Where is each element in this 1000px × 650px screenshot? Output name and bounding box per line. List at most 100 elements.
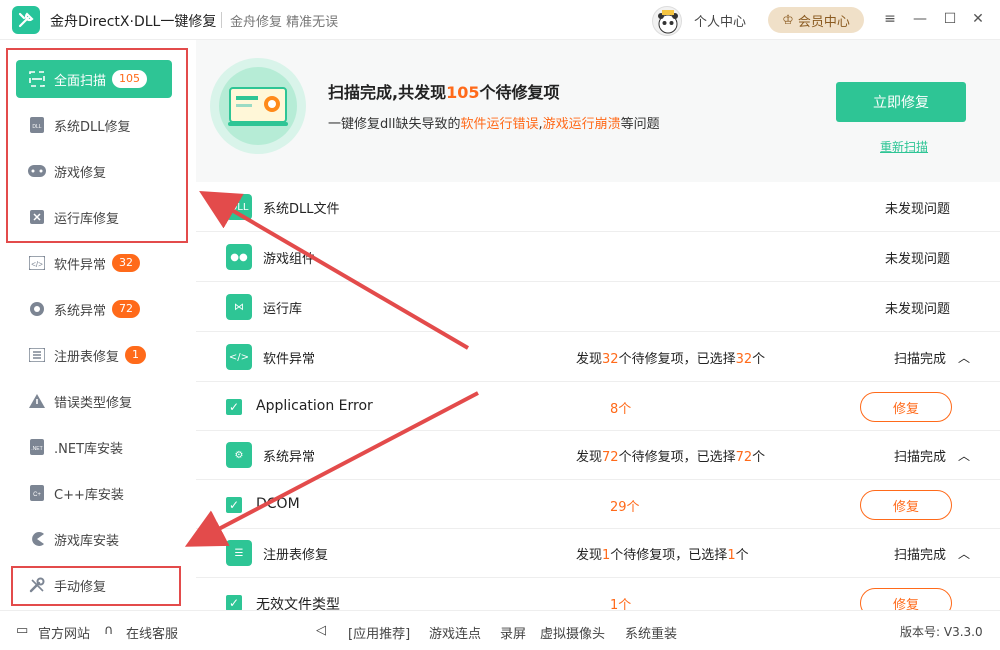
count-badge: 32 [112, 254, 141, 272]
fix-now-button[interactable]: 立即修复 [836, 82, 966, 122]
sidebar-item-net-install[interactable]: .NET .NET库安装 [16, 428, 172, 466]
footer-bar: ▭ 官方网站 ∩ 在线客服 ◁ [应用推荐] 游戏连点 录屏 虚拟摄像头 系统重… [0, 610, 1000, 650]
list-icon [28, 346, 46, 364]
megaphone-icon: ◁ [316, 623, 326, 638]
net-icon: .NET [28, 438, 46, 456]
row-label: 游戏组件 [263, 251, 316, 267]
group-found-text: 发现32个待修复项，已选择32个 [576, 351, 766, 367]
code-icon: </> [28, 254, 46, 272]
group-label: 注册表修复 [263, 547, 329, 563]
row-label: 运行库 [263, 301, 303, 317]
sidebar-item-label: C++库安装 [54, 487, 124, 503]
crown-icon: ♔ [782, 12, 794, 28]
result-item-invalid-file-type: ✓ 无效文件类型 1个 修复 [196, 578, 1000, 610]
sidebar-item-label: 注册表修复 [54, 349, 120, 365]
row-status: 未发现问题 [884, 301, 950, 317]
sidebar-item-system-error[interactable]: 系统异常 72 [16, 290, 172, 328]
item-count: 1个 [610, 598, 632, 610]
menu-icon[interactable]: ≡ [882, 11, 898, 27]
gamepad-icon: ●● [226, 244, 252, 270]
footer-link-virtual-camera[interactable]: 虚拟摄像头 [540, 623, 605, 642]
group-label: 软件异常 [263, 351, 316, 367]
minimize-icon[interactable]: — [912, 11, 928, 27]
sidebar-item-cpp-install[interactable]: C+ C++库安装 [16, 474, 172, 512]
chevron-up-icon[interactable]: ︿ [958, 447, 970, 464]
dll-icon: DLL [226, 194, 252, 220]
result-row-system-dll: DLL 系统DLL文件 未发现问题 [196, 183, 1000, 232]
svg-text:.NET: .NET [31, 446, 42, 452]
item-label: 无效文件类型 [256, 597, 340, 610]
count-badge: 72 [112, 300, 141, 318]
chevron-up-icon[interactable]: ︿ [958, 545, 970, 562]
app-recommend-label: [应用推荐] [348, 627, 411, 642]
title-bar: 金舟DirectX·DLL一键修复 金舟修复 精准无误 个人中心 ♔ 会员中心 … [0, 0, 1000, 40]
user-center-link[interactable]: 个人中心 [694, 11, 746, 30]
checkbox[interactable]: ✓ [226, 497, 242, 513]
official-site-link[interactable]: 官方网站 [38, 623, 90, 642]
group-label: 系统异常 [263, 449, 316, 465]
rescan-link[interactable]: 重新扫描 [880, 138, 928, 155]
vip-label: 会员中心 [797, 14, 850, 30]
svg-text:C+: C+ [33, 492, 41, 498]
result-group-software-error[interactable]: </> 软件异常 发现32个待修复项，已选择32个 扫描完成 ︿ [196, 333, 1000, 382]
count-badge: 1 [125, 346, 147, 364]
row-status: 未发现问题 [884, 251, 950, 267]
annotation-box-top [6, 48, 188, 243]
scan-summary: 扫描完成,共发现105个待修复项 一键修复dll缺失导致的软件运行错误,游戏运行… [196, 40, 1000, 182]
group-status: 扫描完成 [894, 547, 947, 563]
vip-center-button[interactable]: ♔ 会员中心 [768, 7, 864, 33]
sidebar-item-software-error[interactable]: </> 软件异常 32 [16, 244, 172, 282]
avatar[interactable] [652, 6, 682, 36]
sidebar-item-label: .NET库安装 [54, 441, 124, 457]
monitor-icon: ▭ [16, 623, 29, 638]
gear-icon [28, 300, 46, 318]
result-item-application-error: ✓ Application Error 8个 修复 [196, 382, 1000, 431]
group-found-text: 发现1个待修复项，已选择1个 [576, 547, 749, 563]
result-group-registry[interactable]: ☰ 注册表修复 发现1个待修复项，已选择1个 扫描完成 ︿ [196, 529, 1000, 578]
title-divider [221, 12, 222, 28]
result-group-system-error[interactable]: ⚙ 系统异常 发现72个待修复项，已选择72个 扫描完成 ︿ [196, 431, 1000, 480]
sidebar-item-error-type[interactable]: 错误类型修复 [16, 382, 172, 420]
gear-icon: ⚙ [226, 442, 252, 468]
footer-link-auto-clicker[interactable]: 游戏连点 [429, 623, 481, 642]
group-found-text: 发现72个待修复项，已选择72个 [576, 449, 766, 465]
online-service-link[interactable]: 在线客服 [126, 623, 178, 642]
repair-button[interactable]: 修复 [860, 588, 952, 610]
checkbox[interactable]: ✓ [226, 595, 242, 610]
checkbox[interactable]: ✓ [226, 399, 242, 415]
sidebar-item-label: 错误类型修复 [54, 395, 133, 411]
group-status: 扫描完成 [894, 449, 947, 465]
cpp-icon: C+ [28, 484, 46, 502]
pacman-icon [28, 530, 46, 548]
item-label: Application Error [256, 398, 373, 414]
version-label: 版本号: V3.3.0 [900, 625, 983, 639]
result-row-game-component: ●● 游戏组件 未发现问题 [196, 233, 1000, 282]
runtime-icon: ⋈ [226, 294, 252, 320]
scan-summary-subtitle: 一键修复dll缺失导致的软件运行错误,游戏运行崩溃等问题 [328, 117, 660, 132]
headset-icon: ∩ [104, 623, 114, 638]
repair-button[interactable]: 修复 [860, 392, 952, 422]
footer-link-system-reinstall[interactable]: 系统重装 [625, 623, 677, 642]
repair-button[interactable]: 修复 [860, 490, 952, 520]
sidebar-item-registry-repair[interactable]: 注册表修复 1 [16, 336, 172, 374]
app-title: 金舟DirectX·DLL一键修复 [50, 14, 217, 30]
sidebar-item-game-library[interactable]: 游戏库安装 [16, 520, 172, 558]
footer-link-screen-record[interactable]: 录屏 [500, 623, 526, 642]
annotation-box-bottom [11, 566, 181, 606]
close-icon[interactable]: ✕ [970, 11, 986, 27]
chevron-up-icon[interactable]: ︿ [958, 349, 970, 366]
warning-icon [28, 392, 46, 410]
svg-text:</>: </> [31, 260, 43, 269]
row-label: 系统DLL文件 [263, 201, 340, 217]
app-logo-icon [12, 6, 40, 34]
item-count: 29个 [610, 500, 640, 515]
row-status: 未发现问题 [884, 201, 950, 217]
item-count: 8个 [610, 402, 632, 417]
code-icon: </> [226, 344, 252, 370]
app-slogan: 金舟修复 精准无误 [230, 15, 339, 30]
scan-result-illustration [210, 58, 306, 154]
sidebar-item-label: 软件异常 [54, 257, 107, 273]
sidebar-item-label: 游戏库安装 [54, 533, 120, 549]
item-label: DCOM [256, 496, 300, 512]
maximize-icon[interactable]: ☐ [942, 11, 958, 27]
